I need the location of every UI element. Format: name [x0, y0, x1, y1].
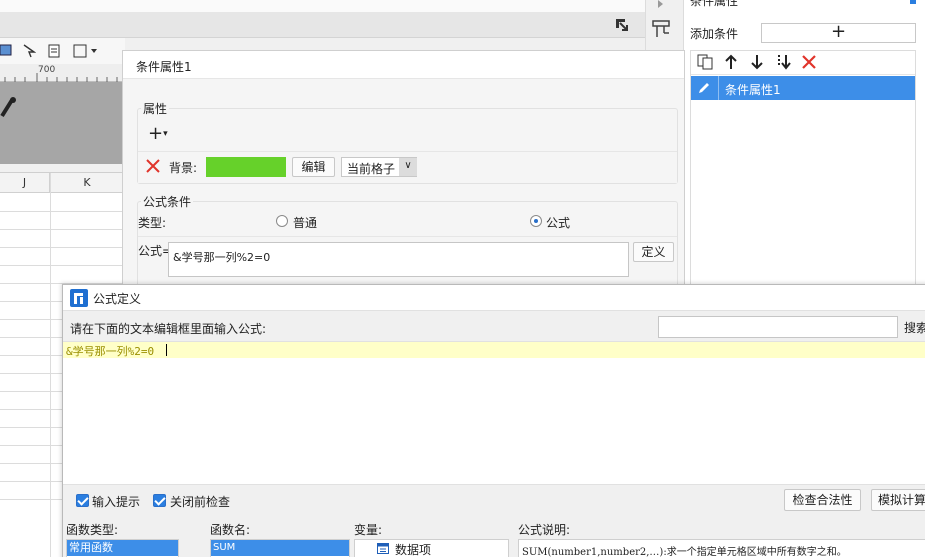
variable-item-label[interactable]: 数据项 [395, 541, 431, 557]
radio-normal[interactable] [276, 215, 288, 227]
add-attribute-label: + [148, 123, 164, 144]
description-panel: SUM(number1,number2,…):求一个指定单元格区域中所有数字之和… [518, 539, 925, 557]
background-label: 背景: [169, 161, 198, 175]
dock-icon[interactable] [616, 19, 628, 31]
grid-line [0, 247, 125, 248]
current-line-highlight [63, 342, 925, 358]
table-layout-icon[interactable] [652, 20, 670, 38]
list-item[interactable]: 常用函数 [67, 540, 178, 556]
delete-icon[interactable] [802, 55, 816, 69]
scope-select[interactable]: 当前格子 ∨ [341, 157, 417, 177]
formula-field[interactable]: &学号那一列%2=0 [168, 242, 629, 277]
item-divider [718, 76, 719, 100]
description-text: SUM(number1,number2,…):求一个指定单元格区域中所有数字之和… [522, 547, 847, 557]
edit-pencil-icon [699, 83, 709, 93]
background-color-swatch[interactable] [206, 157, 286, 177]
document-icon[interactable] [48, 44, 60, 58]
grid-line [0, 229, 125, 230]
radio-normal-label: 普通 [293, 216, 318, 230]
brush-icon [0, 97, 16, 118]
formula-text: &学号那一列%2=0 [66, 345, 155, 358]
input-hint-checkbox[interactable] [76, 494, 89, 507]
caret-down-icon: ▾ [163, 129, 168, 139]
column-header-j[interactable]: J [0, 173, 50, 193]
play-icon[interactable] [656, 0, 666, 8]
function-type-list[interactable]: 常用函数 [66, 539, 179, 557]
table-icon [377, 543, 389, 554]
column-header-k[interactable]: K [50, 173, 125, 193]
list-item[interactable]: SUM [211, 540, 349, 556]
define-button[interactable]: 定义 [633, 242, 674, 262]
radio-formula[interactable] [530, 215, 542, 227]
search-button[interactable]: 搜索 [904, 319, 925, 336]
move-down-icon[interactable] [750, 54, 764, 70]
check-before-close-label: 关闭前检查 [170, 495, 231, 509]
app-top-strip [0, 0, 668, 12]
dialog-title: 条件属性1 [136, 60, 192, 74]
condition-toolbar [691, 51, 915, 75]
attribute-group-title: 属性 [141, 100, 170, 117]
dialog-titlebar: 公式定义 [63, 285, 925, 311]
text-cursor [166, 344, 167, 356]
background-attribute-row: 背景: 编辑 当前格子 ∨ [138, 151, 677, 183]
search-input[interactable] [658, 316, 898, 338]
function-name-list[interactable]: SUM [210, 539, 350, 557]
app-toolbar-row [0, 12, 668, 38]
format-toolbar [0, 38, 125, 64]
image-icon[interactable] [0, 44, 12, 56]
grid-line [0, 211, 125, 212]
move-bottom-icon[interactable] [775, 54, 793, 70]
formula-label: 公式= [138, 244, 173, 258]
add-condition-label: 添加条件 [690, 27, 739, 41]
app-logo-icon [70, 289, 88, 307]
radio-formula-label: 公式 [546, 216, 571, 230]
add-condition-button[interactable]: + [761, 23, 916, 43]
condition-item-label: 条件属性1 [725, 83, 781, 97]
dialog-title: 公式定义 [93, 292, 142, 306]
instruction-text: 请在下面的文本编辑框里面输入公式: [70, 322, 267, 336]
description-header: 公式说明: [518, 523, 571, 537]
variable-tree[interactable]: 数据项 [354, 539, 509, 557]
pointer-icon[interactable] [22, 44, 36, 58]
type-label: 类型: [138, 216, 167, 230]
formula-editor[interactable]: &学号那一列%2=0 [63, 341, 925, 485]
validate-button[interactable]: 检查合法性 [784, 489, 861, 511]
design-canvas [0, 82, 125, 164]
move-up-icon[interactable] [724, 54, 738, 70]
condition-attribute-dialog: 条件属性1 属性 +▾ 背景: 编辑 当前格子 ∨ 公式条件 类型: 普通 公式… [122, 50, 685, 301]
ruler-ticks [4, 73, 118, 82]
check-before-close-checkbox[interactable] [153, 494, 166, 507]
panel-title: 条件属性 [690, 0, 739, 8]
panel-indicator [910, 0, 916, 4]
border-dropdown-icon[interactable] [73, 44, 99, 58]
chevron-down-icon: ∨ [399, 158, 417, 176]
formula-definition-dialog: 公式定义 请在下面的文本编辑框里面输入公式: 搜索 &学号那一列%2=0 输入提… [62, 284, 925, 557]
input-hint-label: 输入提示 [92, 495, 141, 509]
edit-button[interactable]: 编辑 [292, 157, 335, 177]
remove-attribute-icon[interactable] [146, 159, 160, 173]
function-name-header: 函数名: [210, 523, 251, 537]
dialog-header: 条件属性1 [123, 51, 684, 79]
horizontal-ruler: 700 [0, 64, 125, 82]
grid-line [0, 265, 125, 266]
function-type-header: 函数类型: [66, 523, 119, 537]
condition-item[interactable]: 条件属性1 [691, 76, 915, 100]
group-divider [138, 236, 677, 237]
scope-select-value: 当前格子 [347, 162, 396, 176]
attribute-group: 属性 +▾ 背景: 编辑 当前格子 ∨ [137, 100, 678, 184]
copy-icon[interactable] [697, 54, 713, 70]
formula-group-title: 公式条件 [141, 193, 194, 210]
variable-header: 变量: [354, 523, 383, 537]
add-attribute-button[interactable]: +▾ [148, 125, 178, 145]
simulate-button[interactable]: 模拟计算 [871, 489, 925, 511]
